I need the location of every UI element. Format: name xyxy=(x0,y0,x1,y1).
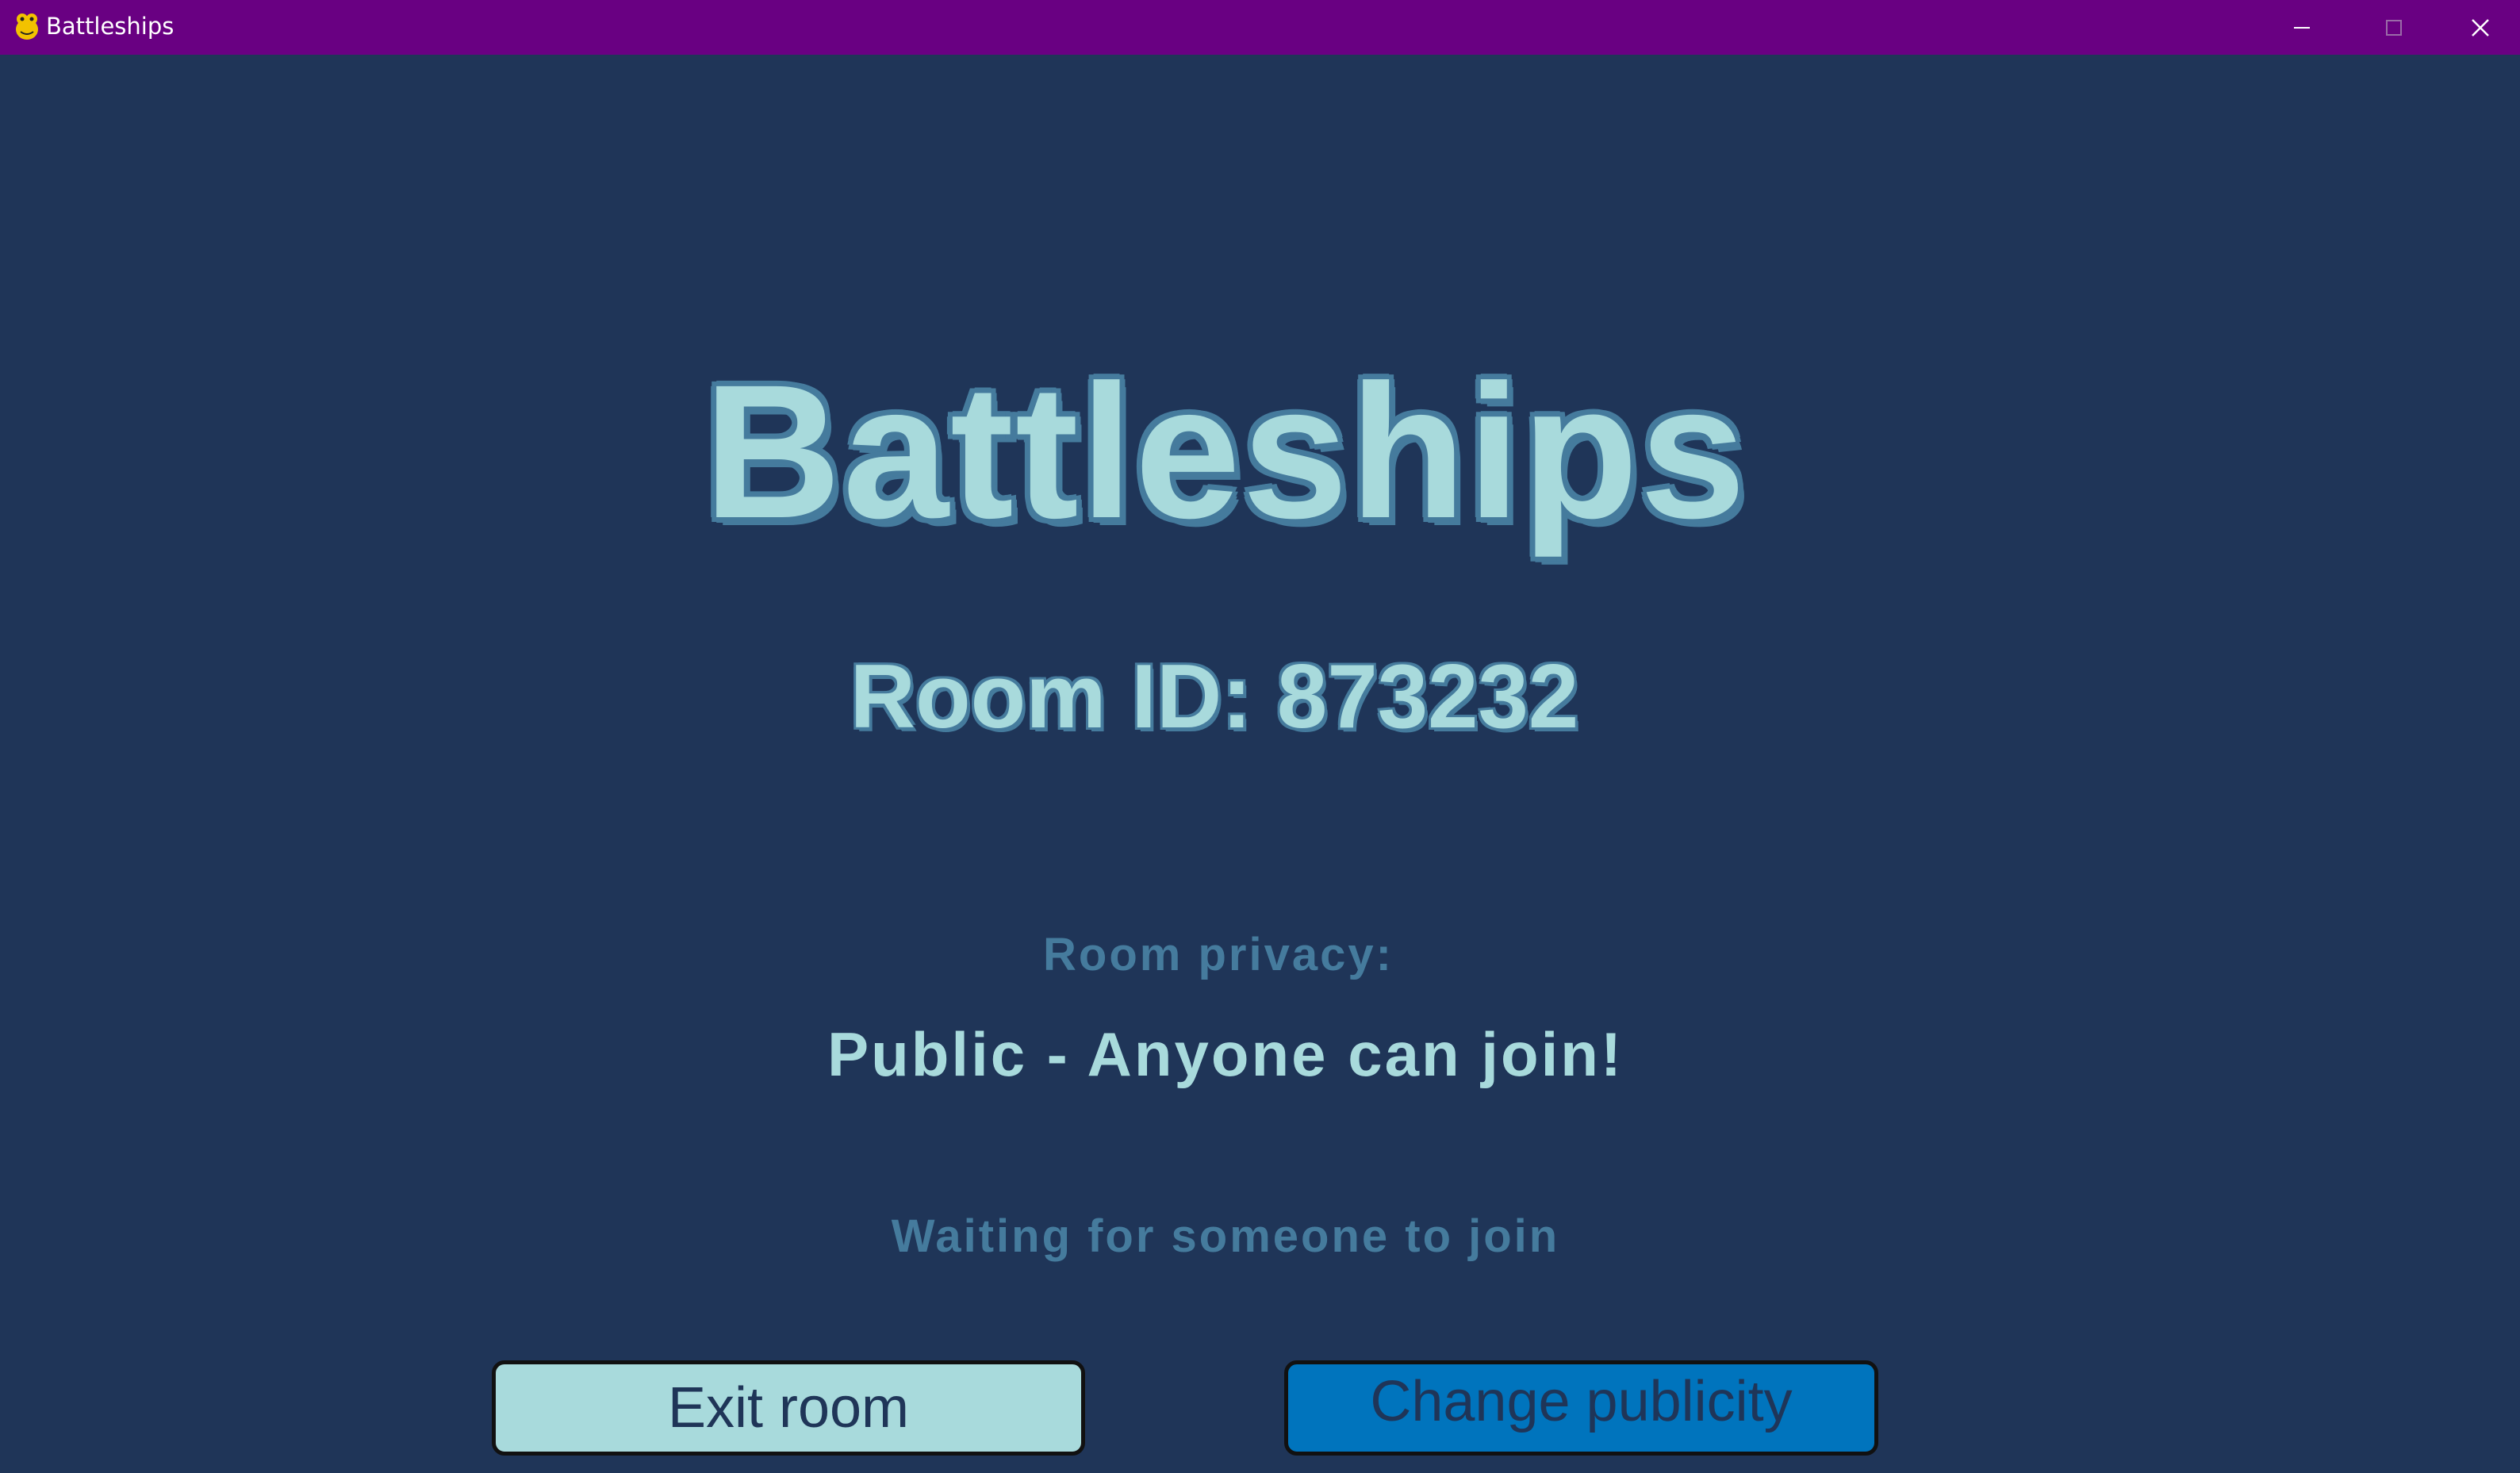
python-snake-icon xyxy=(13,11,41,41)
change-publicity-label: Change publicity xyxy=(1370,1370,1793,1433)
maximize-button[interactable] xyxy=(2348,0,2440,55)
game-screen: Battleships Room ID: 873232 Room privacy… xyxy=(0,55,2520,1473)
privacy-value: Public - Anyone can join! xyxy=(827,1019,1624,1089)
privacy-label: Room privacy: xyxy=(1043,929,1394,980)
exit-room-label: Exit room xyxy=(667,1376,910,1440)
minimize-icon xyxy=(2294,26,2310,29)
window-title: Battleships xyxy=(46,13,175,40)
minimize-button[interactable] xyxy=(2256,0,2348,55)
close-icon xyxy=(2471,18,2489,36)
exit-room-button[interactable]: Exit room xyxy=(492,1360,1085,1456)
waiting-status: Waiting for someone to join xyxy=(891,1210,1560,1262)
close-button[interactable] xyxy=(2440,0,2520,55)
game-title: Battleships xyxy=(704,345,1747,558)
maximize-icon xyxy=(2386,19,2402,36)
window-titlebar: Battleships xyxy=(0,0,2520,55)
change-publicity-button[interactable]: Change publicity xyxy=(1284,1360,1878,1456)
room-id: Room ID: 873232 xyxy=(850,646,1579,747)
